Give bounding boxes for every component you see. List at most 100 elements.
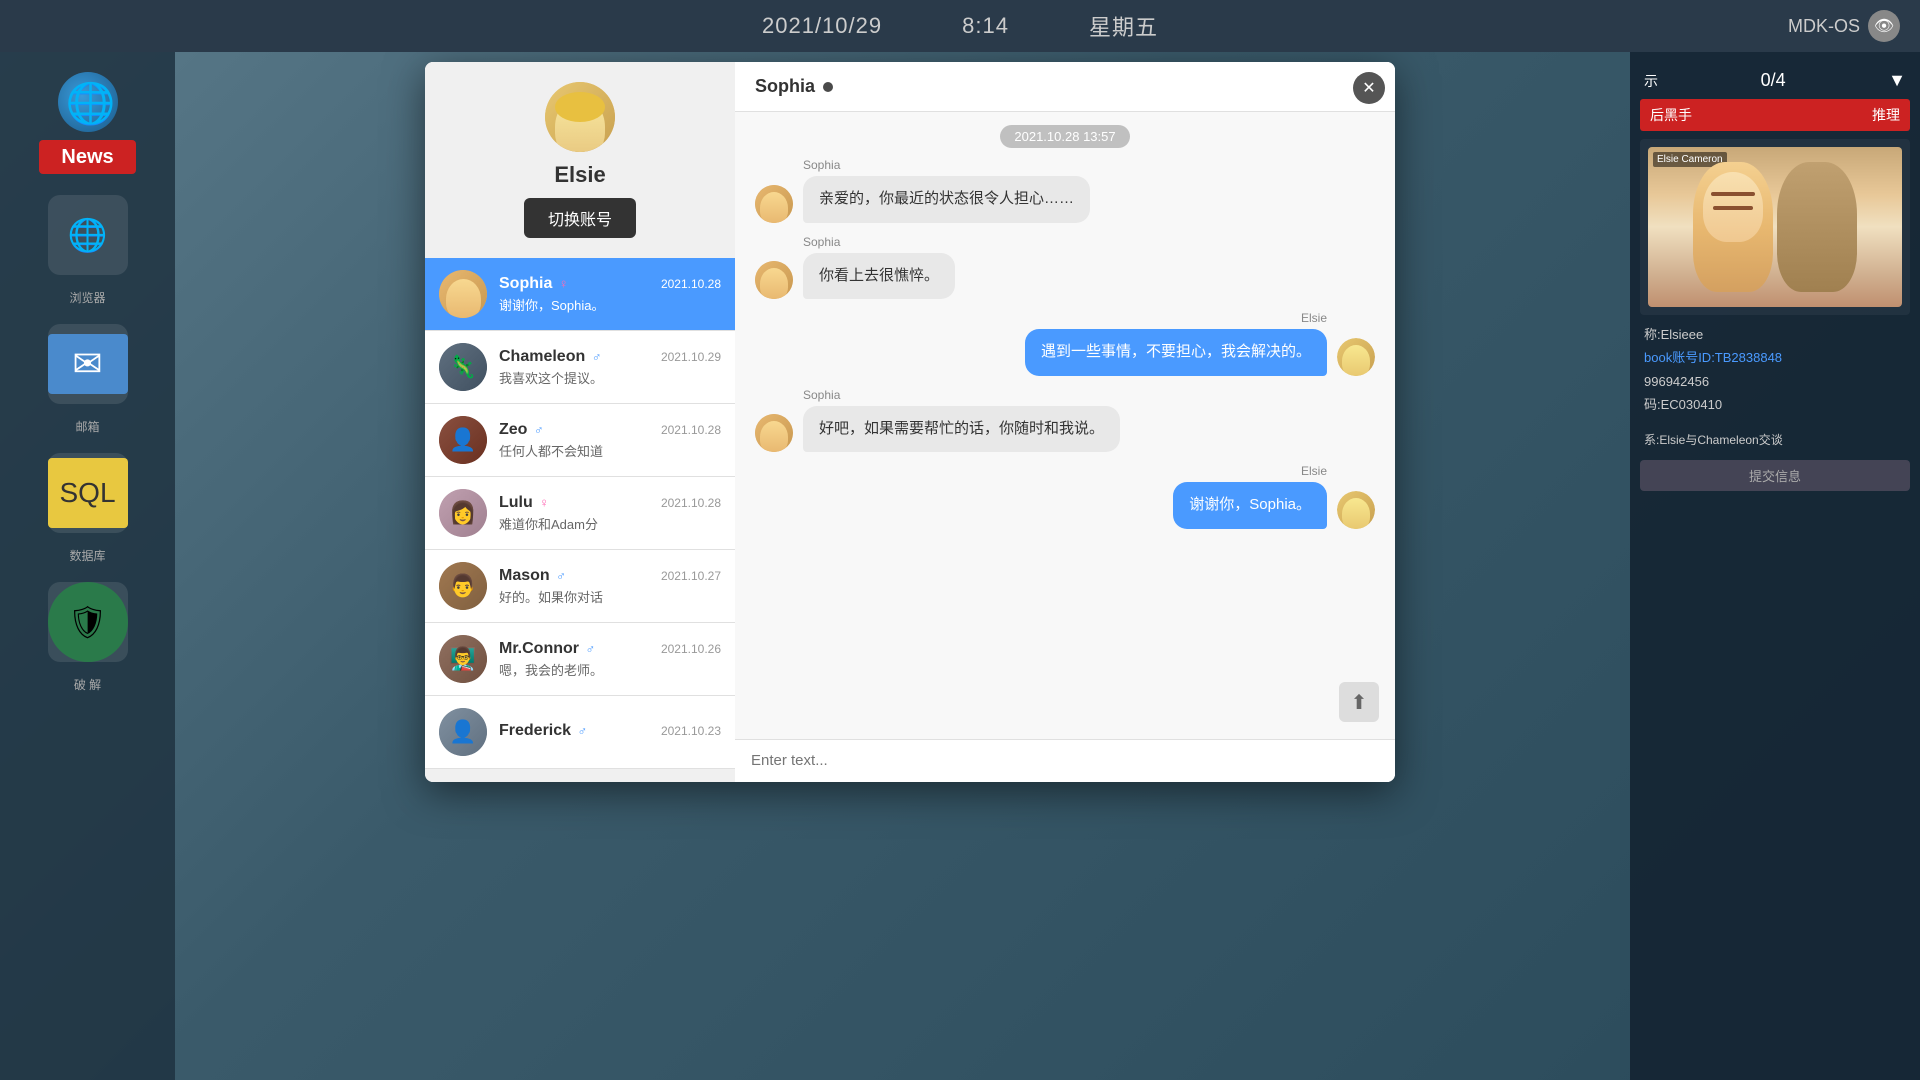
shield-icon-inner: 🛡 [48, 582, 128, 662]
msg-content: Sophia 你看上去很憔悴。 [803, 235, 955, 300]
online-indicator [823, 82, 833, 92]
msg-sender: Sophia [803, 158, 1090, 172]
expand-button[interactable]: ▼ [1888, 70, 1906, 91]
msg-sender: Sophia [803, 235, 955, 249]
day-display: 星期五 [1089, 10, 1158, 42]
contact-item[interactable]: 👤 Frederick ♂ 2021.10.23 [425, 696, 735, 769]
right-red-title: 后黑手 推理 [1640, 99, 1910, 131]
system-info: MDK-OS 👁 [1788, 10, 1900, 42]
switch-account-button[interactable]: 切换账号 [524, 198, 636, 238]
contact-avatar: 👤 [439, 416, 487, 464]
db-icon[interactable]: SQL [48, 453, 128, 533]
msg-bubble: 遇到一些事情，不要担心，我会解决的。 [1025, 329, 1327, 376]
relation-info: 系:Elsie与Chameleon交谈 [1640, 425, 1910, 456]
shield-icon[interactable]: 🛡 [48, 582, 128, 662]
fb-info: book账号ID:TB2838848 [1644, 346, 1906, 369]
msg-bubble: 谢谢你，Sophia。 [1173, 482, 1327, 529]
shield-label: 破 解 [74, 676, 101, 693]
contact-name: Zeo ♂ [499, 421, 544, 439]
date-display: 2021/10/29 [762, 13, 882, 39]
contact-info: Chameleon ♂ 2021.10.29 我喜欢这个提议。 [499, 348, 721, 387]
mail-icon[interactable]: ✉ [48, 324, 128, 404]
right-panel-header: 示 0/4 ▼ [1640, 62, 1910, 99]
msg-bubble: 好吧，如果需要帮忙的话，你随时和我说。 [803, 406, 1120, 453]
time-display: 8:14 [962, 13, 1009, 39]
message-row: Sophia 你看上去很憔悴。 [755, 235, 1375, 300]
contact-info: Mr.Connor ♂ 2021.10.26 嗯，我会的老师。 [499, 640, 721, 679]
db-icon-inner: SQL [48, 458, 128, 528]
contacts-list: Sophia ♀ 2021.10.28 谢谢你，Sophia。 🦎 Chamel… [425, 258, 735, 782]
phone-info: 996942456 [1644, 370, 1906, 393]
contact-preview: 谢谢你，Sophia。 [499, 295, 721, 314]
contact-avatar [439, 270, 487, 318]
upload-button[interactable]: ⬆ [1339, 682, 1379, 722]
contact-avatar: 👩 [439, 489, 487, 537]
character-image: Elsie Cameron [1648, 147, 1902, 307]
contact-name: Sophia ♀ [499, 275, 569, 293]
mail-label: 邮箱 [75, 418, 99, 435]
chat-input-area [735, 739, 1395, 782]
submit-button[interactable]: 提交信息 [1640, 460, 1910, 491]
contact-avatar: 👨 [439, 562, 487, 610]
contact-item[interactable]: 👨‍🏫 Mr.Connor ♂ 2021.10.26 嗯，我会的老师。 [425, 623, 735, 696]
message-row: Sophia 好吧，如果需要帮忙的话，你随时和我说。 [755, 388, 1375, 453]
chat-input[interactable] [751, 752, 1379, 769]
contact-preview: 好的。如果你对话 [499, 587, 721, 606]
system-icon: 👁 [1868, 10, 1900, 42]
left-panel: News 🌐 浏览器 ✉ 邮箱 SQL 数据库 🛡 破 解 [0, 52, 175, 1080]
contact-info: Sophia ♀ 2021.10.28 谢谢你，Sophia。 [499, 275, 721, 314]
contact-name: Chameleon ♂ [499, 348, 601, 366]
right-info-section: 称:Elsieee book账号ID:TB2838848 996942456 码… [1640, 315, 1910, 425]
contact-avatar: 🦎 [439, 343, 487, 391]
msg-bubble: 亲爱的，你最近的状态很令人担心…… [803, 176, 1090, 223]
contact-info: Mason ♂ 2021.10.27 好的。如果你对话 [499, 567, 721, 606]
msg-avatar [1337, 491, 1375, 529]
browser-icon[interactable]: 🌐 [48, 195, 128, 275]
contact-date: 2021.10.28 [661, 423, 721, 437]
contacts-panel: Elsie 切换账号 Sophia ♀ 2021.10.28 [425, 62, 735, 782]
msg-sender: Elsie [1025, 311, 1327, 325]
chat-messages: 2021.10.28 13:57 Sophia 亲爱的，你最近的状态很令人担心…… [735, 112, 1395, 739]
counter-badge: 0/4 [1761, 70, 1786, 91]
db-label: 数据库 [69, 547, 105, 564]
system-name: MDK-OS [1788, 16, 1860, 37]
contact-item[interactable]: Sophia ♀ 2021.10.28 谢谢你，Sophia。 [425, 258, 735, 331]
contact-info: Zeo ♂ 2021.10.28 任何人都不会知道 [499, 421, 721, 460]
contact-avatar: 👨‍🏫 [439, 635, 487, 683]
contact-date: 2021.10.29 [661, 350, 721, 364]
contact-item[interactable]: 🦎 Chameleon ♂ 2021.10.29 我喜欢这个提议。 [425, 331, 735, 404]
news-badge[interactable]: News [39, 146, 135, 169]
chat-header: Sophia [735, 62, 1395, 112]
msg-avatar [1337, 338, 1375, 376]
top-bar: 2021/10/29 8:14 星期五 MDK-OS 👁 [0, 0, 1920, 52]
contact-preview: 嗯，我会的老师。 [499, 660, 721, 679]
contact-name: Frederick ♂ [499, 722, 587, 740]
msg-bubble: 你看上去很憔悴。 [803, 253, 955, 300]
contact-info: Frederick ♂ 2021.10.23 [499, 722, 721, 742]
contact-date: 2021.10.28 [661, 496, 721, 510]
message-row: Elsie 谢谢你，Sophia。 [755, 464, 1375, 529]
contact-preview: 难道你和Adam分 [499, 514, 721, 533]
contact-item[interactable]: 👤 Zeo ♂ 2021.10.28 任何人都不会知道 [425, 404, 735, 477]
username-info: 称:Elsieee [1644, 323, 1906, 346]
profile-avatar [545, 82, 615, 152]
contact-name: Mason ♂ [499, 567, 566, 585]
code-info: 码:EC030410 [1644, 393, 1906, 416]
contact-item[interactable]: 👩 Lulu ♀ 2021.10.28 难道你和Adam分 [425, 477, 735, 550]
contact-name: Lulu ♀ [499, 494, 549, 512]
msg-avatar [755, 261, 793, 299]
contact-item[interactable]: 👨 Mason ♂ 2021.10.27 好的。如果你对话 [425, 550, 735, 623]
chat-panel: ✕ Sophia 2021.10.28 13:57 [735, 62, 1395, 782]
msg-content: Elsie 遇到一些事情，不要担心，我会解决的。 [1025, 311, 1327, 376]
modal-overlay: Elsie 切换账号 Sophia ♀ 2021.10.28 [170, 52, 1650, 1080]
contact-date: 2021.10.27 [661, 569, 721, 583]
contact-date: 2021.10.26 [661, 642, 721, 656]
message-row: Elsie 遇到一些事情，不要担心，我会解决的。 [755, 311, 1375, 376]
contact-date: 2021.10.23 [661, 724, 721, 738]
messaging-modal: Elsie 切换账号 Sophia ♀ 2021.10.28 [425, 62, 1395, 782]
close-button[interactable]: ✕ [1353, 72, 1385, 104]
mail-icon-bg: ✉ [48, 334, 128, 394]
msg-content: Elsie 谢谢你，Sophia。 [1173, 464, 1327, 529]
globe-icon [58, 72, 118, 132]
msg-content: Sophia 好吧，如果需要帮忙的话，你随时和我说。 [803, 388, 1120, 453]
